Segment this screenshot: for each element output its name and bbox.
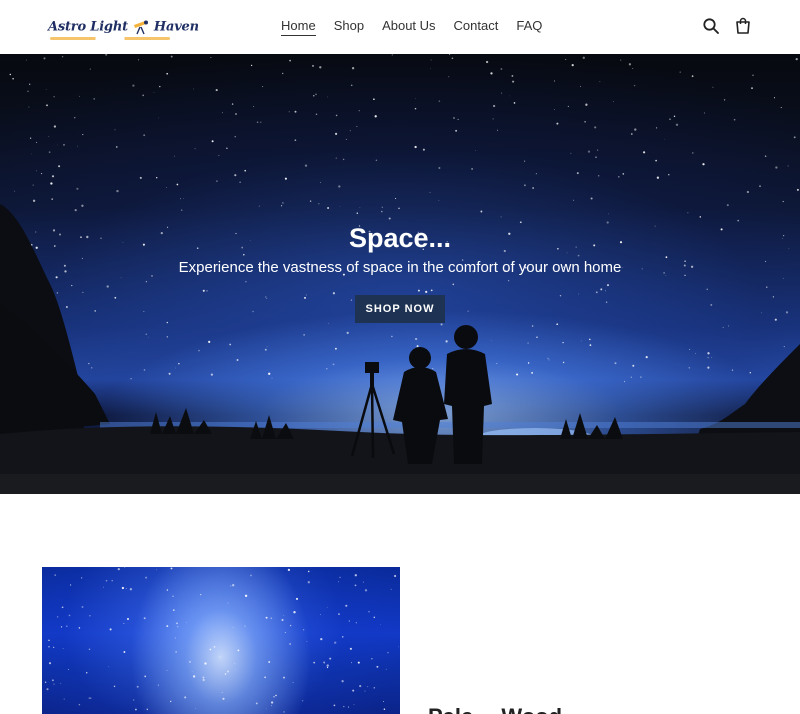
logo-underline [50, 37, 170, 40]
nav-contact[interactable]: Contact [454, 18, 499, 36]
search-icon[interactable] [702, 17, 720, 35]
hero-title: Space... [348, 223, 452, 253]
hero-content: Space... Experience the vastness of spac… [0, 222, 800, 278]
site-header: Astro Light Haven Home Shop About Us Cont… [0, 0, 800, 54]
telescope-logo-icon [133, 20, 148, 35]
site-logo[interactable]: Astro Light Haven [48, 12, 199, 42]
feature-starfield [44, 567, 399, 713]
nav-home[interactable]: Home [281, 18, 316, 36]
header-icons [702, 17, 752, 35]
hero-banner: Space... Experience the vastness of spac… [0, 54, 800, 494]
feature-galaxy-image [42, 567, 400, 714]
nav-faq[interactable]: FAQ [516, 18, 542, 36]
main-nav: Home Shop About Us Contact FAQ [281, 18, 542, 36]
nav-shop[interactable]: Shop [334, 18, 364, 36]
hero-subtitle: Experience the vastness of space in the … [178, 259, 622, 276]
nav-about-us[interactable]: About Us [382, 18, 435, 36]
shop-now-button[interactable]: SHOP NOW [355, 295, 445, 323]
feature-heading: Pale… Wood… [428, 704, 584, 714]
logo-text: Astro Light Haven [48, 19, 199, 35]
cart-icon[interactable] [734, 17, 752, 35]
